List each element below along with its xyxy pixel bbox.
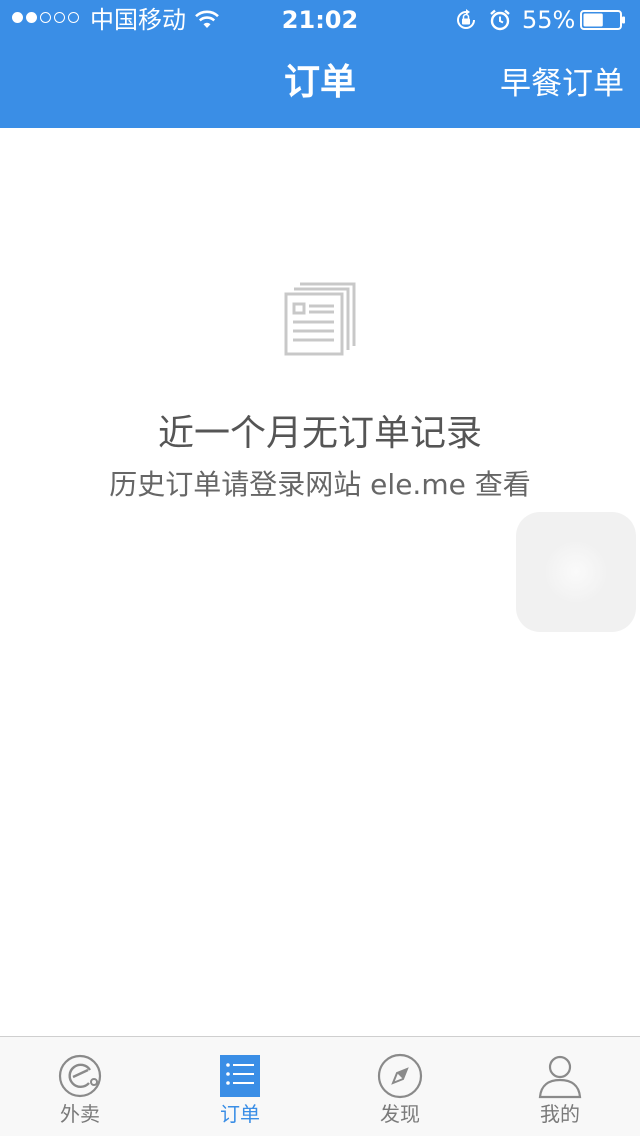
tab-profile[interactable]: 我的 — [480, 1037, 640, 1136]
tab-label: 订单 — [220, 1102, 260, 1126]
empty-state-subtitle: 历史订单请登录网站 ele.me 查看 — [109, 468, 531, 501]
rotation-lock-icon — [457, 9, 475, 29]
status-bar: 中国移动 21:02 55% — [0, 0, 640, 40]
breakfast-orders-button[interactable]: 早餐订单 — [500, 62, 624, 106]
assistive-touch-button[interactable] — [516, 512, 636, 632]
compass-icon — [377, 1053, 423, 1099]
tab-takeout[interactable]: 外卖 — [0, 1037, 160, 1136]
tab-discover[interactable]: 发现 — [320, 1037, 480, 1136]
empty-state: 近一个月无订单记录 历史订单请登录网站 ele.me 查看 — [0, 260, 640, 504]
alarm-icon — [490, 9, 510, 31]
tab-label: 我的 — [540, 1102, 580, 1126]
battery-icon — [580, 10, 625, 30]
header: 中国移动 21:02 55% 订单 早餐订单 — [0, 0, 640, 128]
person-icon — [538, 1055, 582, 1099]
screen: 中国移动 21:02 55% 订单 早餐订单 近一个月无订单记录 历史订单请登录… — [0, 0, 640, 1136]
assistive-touch-icon — [546, 542, 606, 602]
tab-label: 外卖 — [60, 1102, 100, 1126]
tab-label: 发现 — [380, 1102, 420, 1126]
eleme-logo-icon — [58, 1054, 102, 1098]
tab-orders[interactable]: 订单 — [160, 1037, 320, 1136]
battery-percentage: 55% — [522, 6, 576, 34]
tab-bar: 外卖 订单 发现 我的 — [0, 1036, 640, 1136]
empty-state-title: 近一个月无订单记录 — [157, 413, 482, 454]
list-icon — [220, 1055, 260, 1097]
document-icon — [284, 282, 356, 356]
